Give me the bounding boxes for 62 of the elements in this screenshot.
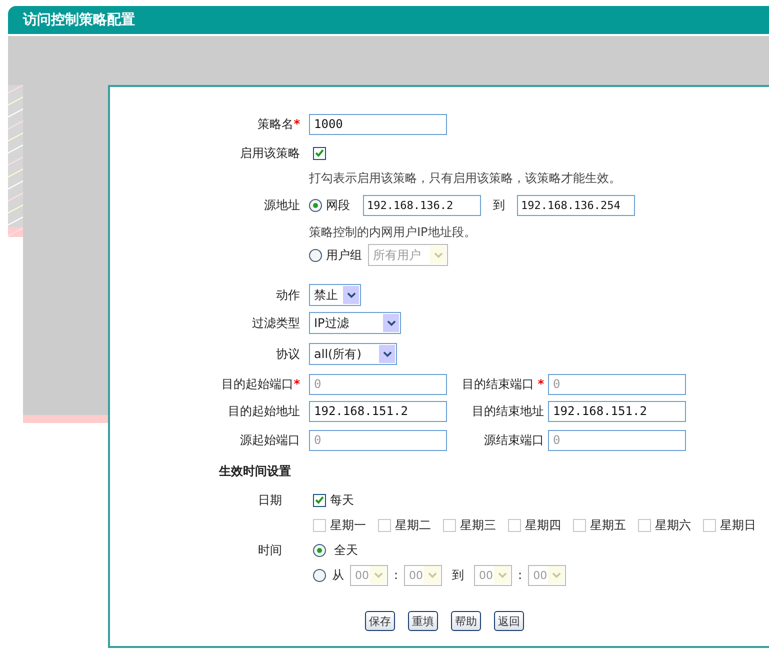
colon: :: [518, 568, 522, 582]
field-label: 日期: [257, 492, 282, 508]
field-label: 源地址: [263, 196, 300, 214]
hint-text: 打勾表示启用该策略，只有启用该策略，该策略才能生效。: [309, 170, 622, 187]
field-label: 过滤类型: [251, 314, 300, 332]
checkbox-label: 星期四: [525, 516, 561, 534]
dropdown[interactable]: all(所有): [309, 343, 397, 365]
chevron-down-icon: [552, 572, 561, 578]
range-separator: 到: [493, 196, 505, 214]
input-field[interactable]: 192.168.151.2: [309, 400, 447, 422]
checkbox[interactable]: [313, 146, 326, 160]
field-label: 时间: [257, 542, 282, 558]
radio-label: 网段: [326, 196, 350, 214]
input-field[interactable]: 192.168.151.2: [548, 400, 686, 422]
checkbox-label: 星期五: [590, 516, 626, 534]
form-button[interactable]: 保存: [365, 611, 395, 631]
chevron-down-icon: [386, 320, 396, 326]
field-label: 目的结束端口 *: [460, 376, 544, 392]
form-button[interactable]: 返回: [494, 611, 524, 631]
form-button[interactable]: 帮助: [451, 611, 481, 631]
input-field[interactable]: 192.168.136.2: [363, 194, 481, 216]
field-label: 启用该策略: [239, 144, 300, 162]
field-label: 策略名*: [256, 116, 300, 132]
hint-text: 策略控制的内网用户IP地址段。: [309, 224, 477, 241]
input-field[interactable]: 1000: [309, 114, 447, 134]
checkbox-label: 星期二: [395, 516, 431, 534]
radio-label: 用户组: [326, 246, 362, 264]
field-label: 目的起始端口*: [220, 376, 300, 392]
radio-label: 全天: [334, 542, 358, 558]
chevron-down-icon: [498, 572, 507, 578]
field-label: 动作: [275, 286, 300, 304]
radio-label: 从: [332, 566, 344, 584]
field-label: 目的结束地址: [471, 402, 544, 420]
checkbox-label: 星期一: [330, 516, 366, 534]
radio-button[interactable]: [309, 198, 322, 212]
checkbox-label: 每天: [330, 492, 354, 508]
checkbox-label: 星期三: [460, 516, 496, 534]
input-field[interactable]: 0: [309, 430, 447, 450]
input-field[interactable]: 192.168.136.254: [517, 194, 635, 216]
range-separator: 到: [452, 566, 464, 584]
field-label: 协议: [275, 346, 300, 362]
field-label: 目的起始地址: [227, 402, 300, 420]
field-label: 源起始端口: [239, 432, 300, 448]
checkbox[interactable]: [313, 494, 326, 506]
chevron-down-icon: [434, 252, 442, 258]
field-label: 源结束端口: [483, 432, 544, 448]
checkbox-label: 星期六: [655, 516, 691, 534]
chevron-down-icon: [346, 292, 356, 298]
section-title: 生效时间设置: [219, 462, 291, 480]
chevron-down-icon: [382, 351, 392, 357]
dropdown[interactable]: 禁止: [309, 284, 361, 306]
chevron-down-icon: [428, 572, 437, 578]
checkbox-label: 星期日: [720, 516, 756, 534]
input-field[interactable]: 0: [548, 430, 686, 450]
input-field[interactable]: 0: [548, 374, 686, 394]
radio-button[interactable]: [313, 544, 326, 556]
dropdown[interactable]: IP过滤: [309, 312, 401, 334]
page-title: 访问控制策略配置: [23, 11, 135, 29]
input-field[interactable]: 0: [309, 374, 447, 394]
colon: :: [394, 568, 398, 582]
chevron-down-icon: [374, 572, 382, 578]
form-button[interactable]: 重填: [408, 611, 438, 631]
